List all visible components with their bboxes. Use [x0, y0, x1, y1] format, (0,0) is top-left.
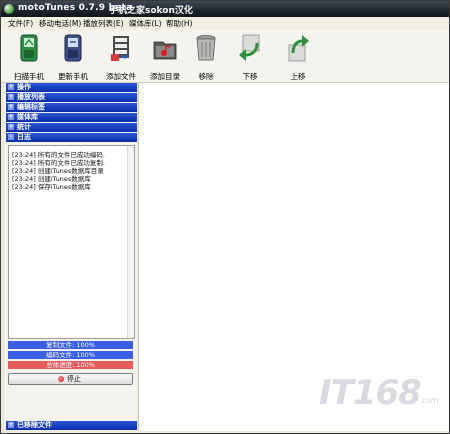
- phone-update-icon: [64, 34, 82, 62]
- expand-icon: +: [8, 421, 14, 428]
- toolbar: 扫描手机 更新手机 添加文件 添加目录 移除 下移 上移: [1, 30, 449, 83]
- move-up-label: 上移: [290, 72, 306, 81]
- log-line: [23:24] 保存iTunes数据库: [12, 183, 91, 191]
- trash-icon: [196, 35, 216, 61]
- menu-playlist[interactable]: 播放列表(E): [83, 18, 124, 29]
- stop-button[interactable]: 停止: [8, 373, 133, 385]
- copy-progress-label: 复制文件: 100%: [46, 341, 95, 349]
- left-panel: + 操作 + 播放列表 + 编辑标签 + 媒体库 + 统计 - 日志 [23:2…: [4, 83, 137, 431]
- section-label: 播放列表: [17, 93, 45, 101]
- update-phone-button[interactable]: 更新手机: [51, 33, 95, 81]
- stop-icon: [58, 376, 64, 382]
- section-playlist[interactable]: + 播放列表: [6, 93, 137, 102]
- section-library[interactable]: + 媒体库: [6, 113, 137, 122]
- total-progress-bar: 总体进度: 100%: [8, 361, 133, 369]
- phone-scan-icon: [20, 34, 38, 62]
- menu-library[interactable]: 媒体库(L): [129, 18, 162, 29]
- section-edit-tags[interactable]: + 编辑标签: [6, 103, 137, 112]
- move-up-button[interactable]: 上移: [276, 33, 320, 81]
- expand-icon: +: [8, 93, 14, 100]
- section-log[interactable]: - 日志: [6, 133, 137, 142]
- section-removed-files[interactable]: + 已移除文件: [6, 421, 137, 430]
- expand-icon: +: [8, 103, 14, 110]
- section-label: 统计: [17, 123, 31, 131]
- encode-progress-bar: 编码文件: 100%: [8, 351, 133, 359]
- total-progress-label: 总体进度: 100%: [46, 361, 95, 369]
- add-folder-icon: [153, 41, 177, 60]
- app-icon: [4, 4, 14, 14]
- file-list-area[interactable]: IT168 .com: [138, 83, 449, 431]
- section-label: 已移除文件: [17, 421, 52, 429]
- menu-bar: 文件(F) 移动电话(M) 播放列表(E) 媒体库(L) 帮助(H): [1, 17, 449, 30]
- move-down-button[interactable]: 下移: [228, 33, 272, 81]
- menu-phone[interactable]: 移动电话(M): [39, 18, 81, 29]
- copy-progress-bar: 复制文件: 100%: [8, 341, 133, 349]
- stop-label: 停止: [67, 375, 81, 383]
- section-label: 媒体库: [17, 113, 38, 121]
- menu-file[interactable]: 文件(F): [8, 18, 33, 29]
- section-stats[interactable]: + 统计: [6, 123, 137, 132]
- app-window: motoTunes 0.7.9 beta 手机之家sokon汉化 文件(F) 移…: [0, 0, 450, 434]
- watermark-domain: .com: [419, 396, 439, 405]
- move-down-icon: [239, 34, 260, 61]
- log-scrollbar[interactable]: [127, 146, 134, 338]
- section-label: 编辑标签: [17, 103, 45, 111]
- section-actions[interactable]: + 操作: [6, 83, 137, 92]
- section-label: 操作: [17, 83, 31, 91]
- encode-progress-label: 编码文件: 100%: [46, 351, 95, 359]
- log-box[interactable]: [23:24] 所有的文件已成功编码. [23:24] 所有的文件已成功复制. …: [8, 145, 135, 339]
- section-label: 日志: [17, 133, 31, 141]
- window-title-extra: 手机之家sokon汉化: [109, 6, 193, 16]
- expand-icon: +: [8, 123, 14, 130]
- watermark-logo: IT168: [319, 373, 422, 413]
- add-file-icon: [111, 36, 130, 61]
- menu-help[interactable]: 帮助(H): [166, 18, 193, 29]
- expand-icon: +: [8, 113, 14, 120]
- move-up-icon: [288, 35, 309, 62]
- title-bar: motoTunes 0.7.9 beta 手机之家sokon汉化: [1, 1, 449, 17]
- collapse-icon: -: [8, 133, 14, 140]
- expand-icon: +: [8, 83, 14, 90]
